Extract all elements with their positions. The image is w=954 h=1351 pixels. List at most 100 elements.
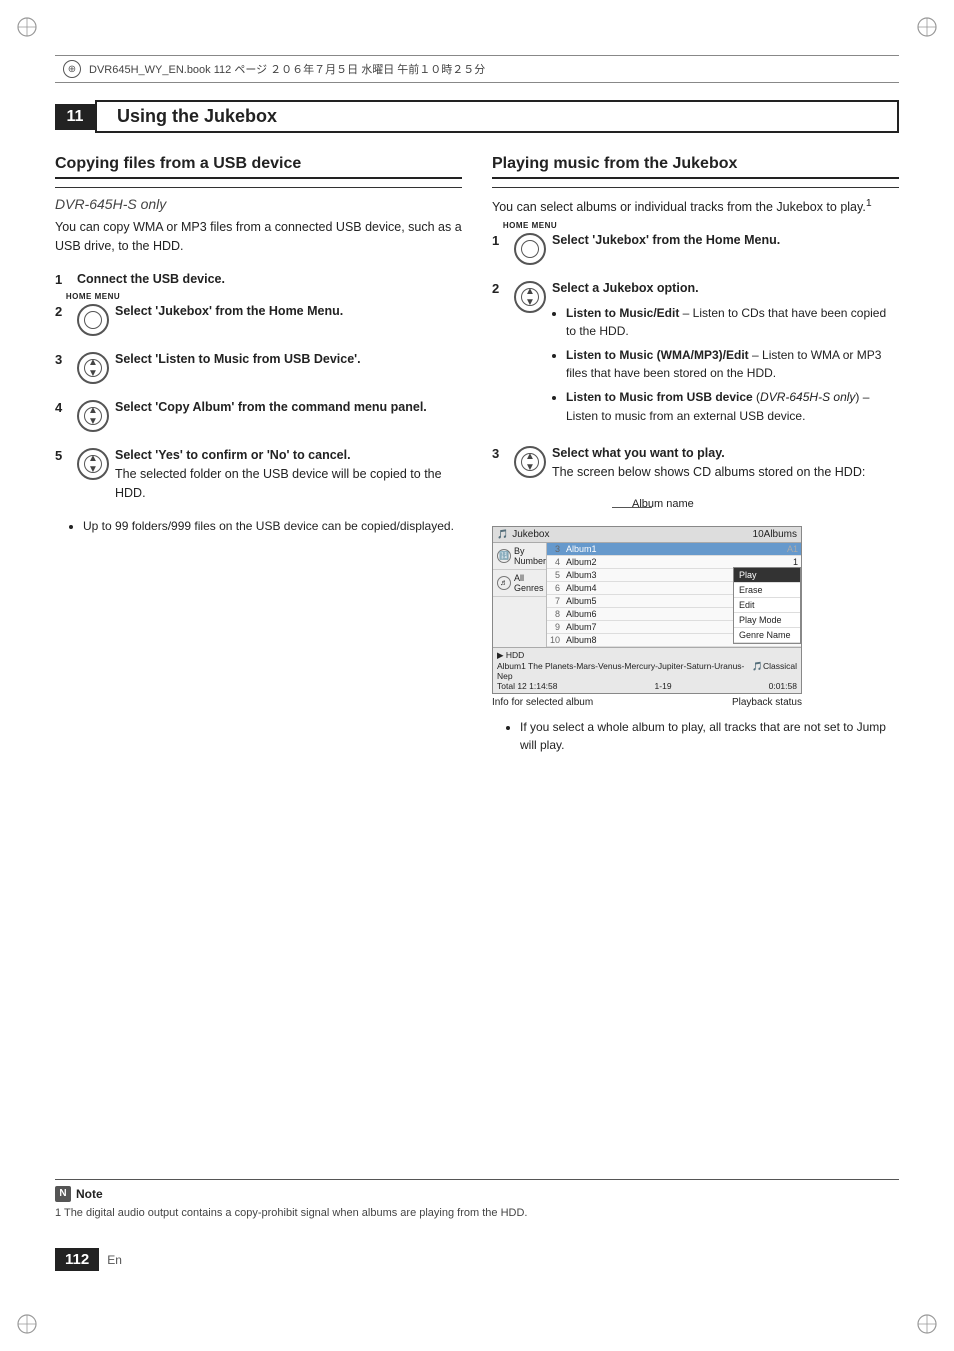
table-cell-name: Album3 — [563, 568, 720, 581]
page-lang: En — [107, 1253, 122, 1267]
album-label-row: Album name — [492, 496, 899, 516]
left-section-heading: Copying files from a USB device — [55, 155, 462, 179]
right-step-icon-inner-1 — [521, 240, 539, 258]
right-after-screen-bullets: If you select a whole album to play, all… — [506, 718, 899, 755]
arrow-icon-5: ▲▼ — [88, 453, 98, 475]
left-section-subheading: DVR-645H-S only — [55, 196, 462, 212]
note-icon: N — [55, 1186, 71, 1202]
screen-diagram-wrapper: Album name 🎵 Jukebox 10Albums — [492, 496, 899, 708]
right-step-3-icon: ▲▼ — [514, 446, 546, 478]
right-step-1-icon: HOME MENU — [514, 233, 546, 265]
right-home-menu-label: HOME MENU — [503, 221, 557, 230]
arrow-icon-r3: ▲▼ — [525, 451, 535, 473]
left-step-3-icon: ▲▼ — [77, 352, 109, 384]
table-cell-track: A1 — [720, 543, 801, 556]
table-cell-name: Album8 — [563, 633, 720, 646]
right-step-2-icon: ▲▼ — [514, 281, 546, 313]
sd-footer-time: 0:01:58 — [769, 681, 797, 691]
left-step-3-text: Select 'Listen to Music from USB Device'… — [115, 350, 462, 369]
left-step-2: 2 HOME MENU Select 'Jukebox' from the Ho… — [55, 302, 462, 336]
right-column: Playing music from the Jukebox You can s… — [492, 155, 899, 760]
right-step-3-text: Select what you want to play. The screen… — [552, 444, 899, 482]
step-icon-inner-4: ▲▼ — [84, 407, 102, 425]
file-info-icon: ⊕ — [63, 60, 81, 78]
sd-sidebar-label-allgenres: All Genres — [514, 573, 544, 593]
right-step-2-bullets: Listen to Music/Edit – Listen to CDs tha… — [552, 304, 899, 426]
corner-reg-br — [916, 1313, 938, 1335]
sd-sidebar-by-number: 🔢 By Number — [493, 543, 546, 570]
sd-footer-album-info: Album1 The Planets-Mars-Venus-Mercury-Ju… — [497, 661, 752, 681]
sd-header-title: Jukebox — [512, 529, 549, 540]
sd-label-info: Info for selected album — [492, 697, 593, 708]
sd-header-left: 🎵 Jukebox — [497, 529, 549, 540]
right-bullet-listen-music-edit: Listen to Music/Edit – Listen to CDs tha… — [566, 304, 899, 341]
table-cell-name: Album6 — [563, 607, 720, 620]
sd-sidebar-all-genres: ♬ All Genres — [493, 570, 546, 597]
page-number: 112 — [55, 1248, 99, 1271]
table-cell-num: 8 — [547, 607, 563, 620]
file-info-bar: ⊕ DVR645H_WY_EN.book 112 ページ ２０６年７月５日 水曜… — [55, 55, 899, 83]
chapter-header: 11 Using the Jukebox — [55, 100, 899, 133]
chapter-title: Using the Jukebox — [95, 100, 899, 133]
sd-context-playmode: Play Mode — [734, 613, 800, 628]
corner-reg-tr — [916, 16, 938, 38]
home-menu-label: HOME MENU — [66, 292, 120, 301]
sd-footer-source: ▶ HDD — [497, 650, 524, 661]
table-cell-num: 6 — [547, 581, 563, 594]
right-bullet-listen-usb: Listen to Music from USB device (DVR-645… — [566, 388, 899, 425]
left-step-4-number: 4 — [55, 400, 71, 415]
right-step-3: 3 ▲▼ Select what you want to play. The s… — [492, 444, 899, 482]
sd-bottom-labels: Info for selected album Playback status — [492, 697, 802, 708]
screen-diagram: 🎵 Jukebox 10Albums 🔢 By Number ♬ — [492, 526, 802, 694]
sd-context-play: Play — [734, 568, 800, 583]
table-cell-num: 9 — [547, 620, 563, 633]
right-section-heading: Playing music from the Jukebox — [492, 155, 899, 179]
sd-sidebar-label-bynumber: By Number — [514, 546, 546, 566]
right-step-icon-inner-2: ▲▼ — [521, 288, 539, 306]
table-row: 3 Album1 A1 — [547, 543, 801, 556]
left-step-5-icon: ▲▼ — [77, 448, 109, 480]
sd-header: 🎵 Jukebox 10Albums — [493, 527, 801, 543]
left-section-intro: You can copy WMA or MP3 files from a con… — [55, 218, 462, 256]
sd-header-count: 10Albums — [753, 529, 797, 540]
right-step-1: 1 HOME MENU Select 'Jukebox' from the Ho… — [492, 231, 899, 265]
arrow-icon-4: ▲▼ — [88, 405, 98, 427]
left-step-3: 3 ▲▼ Select 'Listen to Music from USB De… — [55, 350, 462, 384]
left-step-4-text: Select 'Copy Album' from the command men… — [115, 398, 462, 417]
left-step-5-text: Select 'Yes' to confirm or 'No' to cance… — [115, 446, 462, 502]
table-cell-num: 10 — [547, 633, 563, 646]
note-header: N Note — [55, 1186, 899, 1202]
chapter-number: 11 — [55, 104, 95, 130]
right-step-icon-inner-3: ▲▼ — [521, 453, 539, 471]
right-bullet-listen-wma: Listen to Music (WMA/MP3)/Edit – Listen … — [566, 346, 899, 383]
left-step-5: 5 ▲▼ Select 'Yes' to confirm or 'No' to … — [55, 446, 462, 502]
table-cell-num: 3 — [547, 543, 563, 556]
note-section: N Note 1 The digital audio output contai… — [55, 1179, 899, 1222]
table-cell-num: 5 — [547, 568, 563, 581]
step-icon-inner-5: ▲▼ — [84, 455, 102, 473]
sd-footer: ▶ HDD Album1 The Planets-Mars-Venus-Merc… — [493, 647, 801, 693]
left-step-5-number: 5 — [55, 448, 71, 463]
right-step-2-number: 2 — [492, 281, 508, 296]
sd-label-playback: Playback status — [732, 697, 802, 708]
table-cell-name: Album4 — [563, 581, 720, 594]
sd-sidebar: 🔢 By Number ♬ All Genres — [493, 543, 547, 647]
right-section-intro: You can select albums or individual trac… — [492, 196, 899, 217]
sd-footer-row2: Album1 The Planets-Mars-Venus-Mercury-Ju… — [497, 661, 797, 681]
arrow-icon: ▲▼ — [88, 357, 98, 379]
right-step-3-number: 3 — [492, 446, 508, 461]
album-name-label: Album name — [632, 498, 694, 510]
left-bullets: Up to 99 folders/999 files on the USB de… — [69, 517, 462, 536]
sd-context-erase: Erase — [734, 583, 800, 598]
album-name-leader — [612, 507, 652, 508]
left-column: Copying files from a USB device DVR-645H… — [55, 155, 462, 760]
left-bullet-1: Up to 99 folders/999 files on the USB de… — [83, 517, 462, 536]
table-cell-name: Album1 — [563, 543, 720, 556]
left-step-1: 1 Connect the USB device. — [55, 270, 462, 289]
sd-footer-total: Total 12 1:14:58 — [497, 681, 558, 691]
step-icon-inner — [84, 311, 102, 329]
left-step-1-text: Connect the USB device. — [77, 270, 462, 289]
sd-footer-row3: Total 12 1:14:58 1-19 0:01:58 — [497, 681, 797, 691]
right-step-1-number: 1 — [492, 233, 508, 248]
sd-icon-by-number: 🔢 — [497, 549, 511, 563]
